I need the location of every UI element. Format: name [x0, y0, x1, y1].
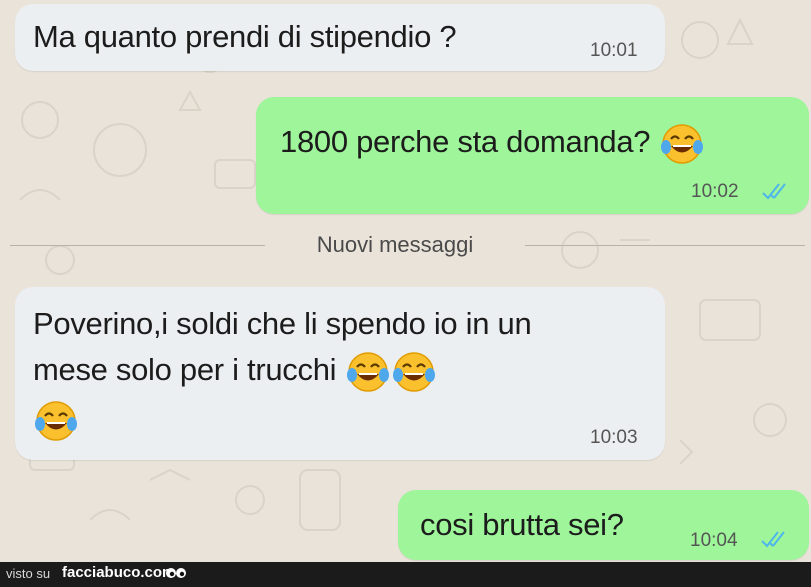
message-time: 10:01	[590, 40, 638, 61]
double-check-read-icon	[761, 531, 785, 548]
message-bubble-incoming[interactable]: Poverino,i soldi che li spendo io in un …	[15, 287, 665, 460]
divider-label: Nuovi messaggi	[316, 232, 474, 257]
chat-background: Ma quanto prendi di stipendio ? 10:01 18…	[0, 0, 811, 562]
face-with-tears-of-joy-icon	[660, 124, 703, 164]
watermark-prefix: visto su	[6, 566, 51, 581]
message-time: 10:03	[590, 427, 638, 448]
message-time: 10:04	[690, 530, 738, 551]
message-text-content: 1800 perche sta domanda?	[280, 124, 651, 159]
message-text: Ma quanto prendi di stipendio ?	[33, 19, 457, 54]
face-with-tears-of-joy-icon	[346, 352, 389, 392]
message-time: 10:02	[691, 181, 739, 202]
double-check-read-icon	[762, 183, 786, 200]
message-text-line: Poverino,i soldi che li spendo io in un	[33, 306, 532, 341]
message-text-content: mese solo per i trucchi	[33, 352, 337, 387]
message-text: 1800 perche sta domanda?	[280, 119, 705, 167]
face-with-tears-of-joy-icon	[35, 401, 77, 441]
eyes-logo-icon	[166, 568, 186, 578]
unread-messages-divider: Nuovi messaggi	[0, 228, 811, 262]
watermark-footer: visto su facciabuco.com	[0, 562, 811, 587]
message-text: cosi brutta sei?	[420, 507, 624, 542]
message-text-line: mese solo per i trucchi	[33, 347, 437, 395]
message-bubble-incoming[interactable]: Ma quanto prendi di stipendio ? 10:01	[15, 4, 665, 71]
watermark-brand[interactable]: facciabuco.com	[62, 564, 175, 581]
face-with-tears-of-joy-icon	[392, 352, 435, 392]
wallpaper-doodles	[19, 17, 795, 531]
message-bubble-outgoing[interactable]: 1800 perche sta domanda? 10:02	[256, 97, 809, 214]
message-bubble-outgoing[interactable]: cosi brutta sei? 10:04	[398, 490, 809, 560]
